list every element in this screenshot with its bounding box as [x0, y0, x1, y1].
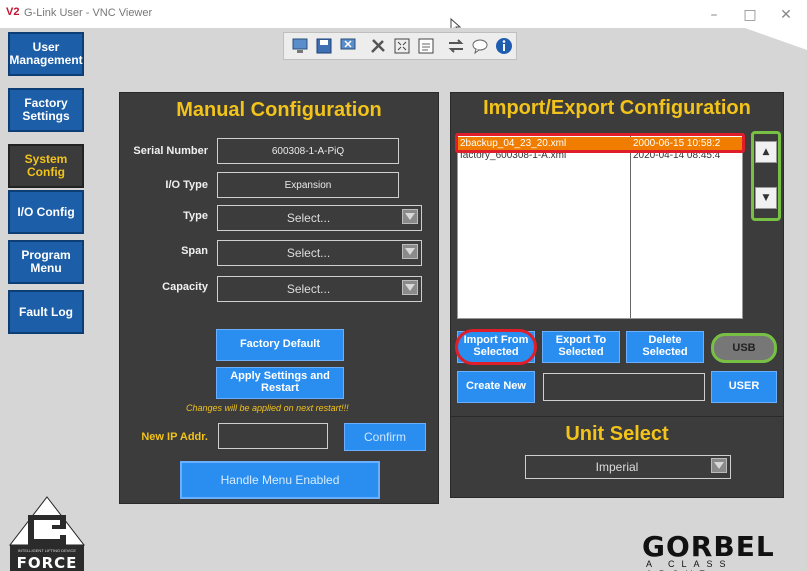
delete-selected-button[interactable]: Delete Selected: [626, 331, 704, 363]
import-export-panel: Import/Export Configuration 2backup_04_2…: [450, 92, 784, 434]
screen-close-icon[interactable]: [338, 36, 358, 56]
usb-button[interactable]: USB: [711, 333, 777, 363]
capacity-label: Capacity: [162, 281, 208, 293]
sidebar-item-program-menu[interactable]: Program Menu: [8, 240, 84, 284]
vnc-toolbar: [283, 32, 517, 60]
gorbel-tagline: A CLASS ABOVE: [646, 559, 733, 571]
factory-default-button[interactable]: Factory Default: [216, 329, 344, 361]
export-to-selected-button[interactable]: Export To Selected: [542, 331, 620, 363]
unit-select-panel: Unit Select Imperial: [450, 416, 784, 498]
span-label: Span: [181, 245, 208, 257]
import-export-title: Import/Export Configuration: [483, 97, 751, 119]
import-button-highlight: [455, 329, 537, 365]
type-dropdown-value: Select...: [286, 211, 331, 225]
chevron-down-icon: [402, 244, 418, 259]
sidebar-item-factory-settings[interactable]: Factory Settings: [8, 88, 84, 132]
page-corner-graphic: [745, 28, 807, 50]
selected-file-highlight: [455, 133, 745, 153]
force-tagline: INTELLIGENT LIFTING DEVICE: [17, 548, 77, 553]
serial-number-field[interactable]: 600308-1-A-PiQ: [217, 138, 399, 164]
io-type-label: I/O Type: [165, 179, 208, 191]
maximize-button[interactable]: □: [739, 4, 761, 26]
type-label: Type: [183, 210, 208, 222]
save-icon[interactable]: [314, 36, 334, 56]
chevron-down-icon: [402, 209, 418, 224]
swap-icon[interactable]: [446, 36, 466, 56]
ctrl-alt-del-icon[interactable]: [416, 36, 436, 56]
sidebar-item-fault-log[interactable]: Fault Log: [8, 290, 84, 334]
create-new-button[interactable]: Create New: [457, 371, 535, 403]
span-dropdown-value: Select...: [286, 246, 331, 260]
type-dropdown[interactable]: Select...: [217, 205, 422, 231]
window-title: G-Link User - VNC Viewer: [24, 7, 153, 19]
new-config-name-input[interactable]: [543, 373, 705, 401]
apply-settings-restart-button[interactable]: Apply Settings and Restart: [216, 367, 344, 399]
fullscreen-icon[interactable]: [392, 36, 412, 56]
minimize-button[interactable]: –: [703, 4, 725, 26]
chevron-down-icon: [711, 458, 727, 473]
sidebar-item-io-config[interactable]: I/O Config: [8, 190, 84, 234]
capacity-dropdown-value: Select...: [286, 282, 331, 296]
unit-select-title: Unit Select: [565, 423, 669, 445]
manual-configuration-panel: Manual Configuration Serial Number 60030…: [119, 92, 439, 504]
user-button[interactable]: USER: [711, 371, 777, 403]
vnc-logo: V2: [6, 6, 20, 18]
unit-select-value: Imperial: [595, 460, 639, 474]
computer-icon[interactable]: [290, 36, 310, 56]
config-file-list[interactable]: 2backup_04_23_20.xml 2000-06-15 10:58:2 …: [457, 133, 743, 319]
serial-number-label: Serial Number: [133, 145, 208, 157]
new-ip-label: New IP Addr.: [141, 431, 208, 443]
unit-select-dropdown[interactable]: Imperial: [525, 455, 731, 479]
app-window: User Management Factory Settings System …: [0, 28, 807, 571]
handle-menu-enabled-button[interactable]: Handle Menu Enabled: [180, 461, 380, 499]
info-icon[interactable]: [494, 36, 514, 56]
chat-icon[interactable]: [470, 36, 490, 56]
tools-icon[interactable]: [368, 36, 388, 56]
new-ip-input[interactable]: [218, 423, 328, 449]
scroll-down-button[interactable]: ▼: [755, 187, 777, 209]
restart-note: Changes will be applied on next restart!…: [186, 403, 349, 413]
sidebar-item-user-management[interactable]: User Management: [8, 32, 84, 76]
confirm-button[interactable]: Confirm: [344, 423, 426, 451]
manual-configuration-title: Manual Configuration: [176, 99, 382, 121]
capacity-dropdown[interactable]: Select...: [217, 276, 422, 302]
chevron-down-icon: [402, 280, 418, 295]
io-type-field[interactable]: Expansion: [217, 172, 399, 198]
scroll-up-button[interactable]: ▲: [755, 141, 777, 163]
span-dropdown[interactable]: Select...: [217, 240, 422, 266]
close-button[interactable]: ✕: [775, 4, 797, 26]
sidebar-item-system-config[interactable]: System Config: [8, 144, 84, 188]
force-name: FORCE: [16, 554, 78, 571]
